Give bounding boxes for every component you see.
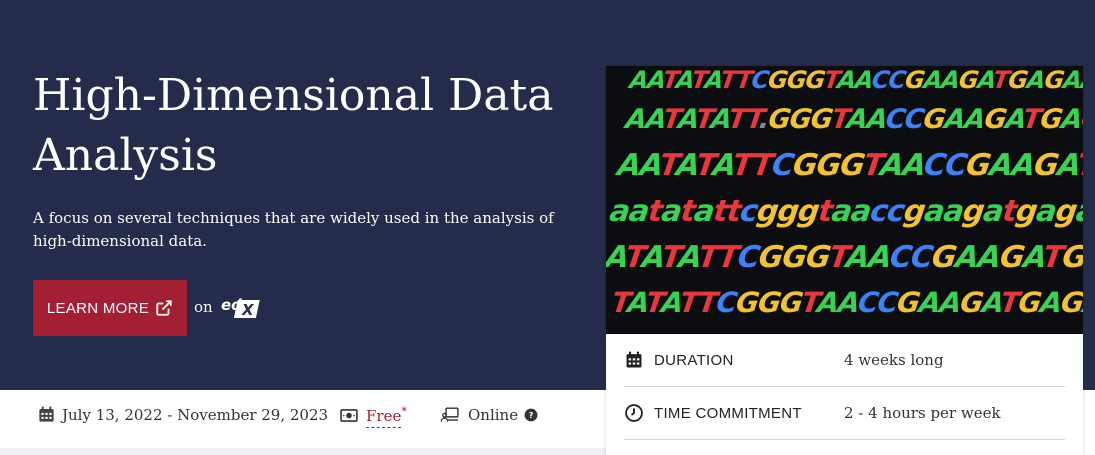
dna-sequence-line: ATATATTCGGGTAACCGAAGATGAGAACGATGAGCCCATT… <box>606 240 1083 275</box>
price-text[interactable]: Free <box>366 407 402 428</box>
calendar-icon <box>39 406 54 422</box>
svg-text:X: X <box>241 301 255 319</box>
online-learning-icon <box>440 407 459 422</box>
help-circle-icon[interactable]: ? <box>524 408 538 422</box>
dna-sequence-line: AATATATTCGGGTAACCGAAGATGAGAACGATGAGCCCAT… <box>628 66 1083 94</box>
duration-label: DURATION <box>654 351 734 369</box>
info-bar-divider <box>0 448 606 455</box>
clock-icon <box>625 404 643 422</box>
time-commitment-value: 2 - 4 hours per week <box>844 404 1001 422</box>
calendar-icon <box>626 351 642 368</box>
dna-sequence-line: AATATATTCGGGTAACCGAAGATGAGAACGATGAGCCCAT… <box>615 148 1083 183</box>
svg-text:?: ? <box>529 409 534 419</box>
course-details-card: AATATATTCGGGTAACCGAAGATGAGAACGATGAGCCCAT… <box>606 66 1083 455</box>
dna-sequence-line: aatatattcgggtaaccgaagatgagaacgatgagcccat… <box>607 194 1083 229</box>
on-label: on <box>194 298 213 316</box>
duration-value: 4 weeks long <box>844 351 944 369</box>
learn-more-button[interactable]: LEARN MORE <box>33 280 187 336</box>
duration-row: DURATION 4 weeks long <box>624 334 1065 387</box>
external-link-icon <box>156 300 172 316</box>
course-format: Online ? <box>438 405 538 424</box>
time-commitment-row: TIME COMMITMENT 2 - 4 hours per week <box>624 387 1065 440</box>
edx-logo[interactable]: ed X <box>220 294 264 320</box>
course-image: AATATATTCGGGTAACCGAAGATGAGAACGATGAGCCCAT… <box>606 66 1083 334</box>
dna-sequence-line: TATATTCGGGTAACCGAAGATGAGAACGATGAGCCCATTG… <box>609 286 1083 319</box>
course-description: A focus on several techniques that are w… <box>33 209 554 250</box>
dna-sequence-line: AATATATT.GGGTAACCGAAGATGAGAACGATGAGCCCAT… <box>623 104 1083 135</box>
page-title: High-Dimensional Data Analysis <box>33 70 554 181</box>
format-text: Online <box>468 405 519 424</box>
learn-more-label: LEARN MORE <box>46 299 150 317</box>
dates-text: July 13, 2022 - November 29, 2023 <box>62 405 329 424</box>
time-commitment-label: TIME COMMITMENT <box>654 404 802 422</box>
course-dates: July 13, 2022 - November 29, 2023 <box>37 405 328 424</box>
course-price[interactable]: Free* <box>338 405 407 428</box>
price-footnote-marker: * <box>401 405 407 418</box>
money-bill-icon <box>340 408 358 422</box>
